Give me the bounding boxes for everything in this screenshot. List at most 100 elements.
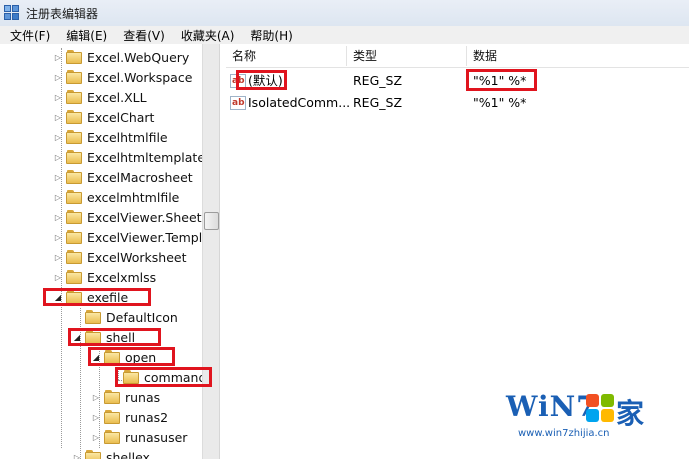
tree-node[interactable]: ▷ excelmhtmlfile — [52, 187, 179, 207]
folder-icon — [66, 70, 83, 84]
tree-node-label: Excelxmlss — [87, 269, 157, 285]
tree-node-label: runasuser — [125, 429, 188, 445]
expand-arrow-icon[interactable]: ▷ — [52, 87, 64, 107]
scrollbar-thumb[interactable] — [204, 212, 219, 230]
tree-node-label: Excel.WebQuery — [87, 49, 190, 65]
tree-scrollbar[interactable] — [202, 44, 219, 459]
highlight-exefile — [43, 288, 151, 306]
expand-arrow-icon[interactable]: ▷ — [52, 67, 64, 87]
folder-icon — [66, 90, 83, 104]
expand-arrow-icon[interactable]: ▷ — [71, 447, 83, 459]
registry-tree: ▷ Excel.WebQuery ▷ Excel.Workspace ▷ Exc… — [0, 44, 220, 459]
folder-icon — [66, 270, 83, 284]
tree-node[interactable]: ▷ ExcelChart — [52, 107, 155, 127]
expand-arrow-icon[interactable]: ▷ — [52, 147, 64, 167]
folder-icon — [66, 190, 83, 204]
column-header-name[interactable]: 名称 — [226, 44, 256, 68]
menu-bar: 文件(F) 编辑(E) 查看(V) 收藏夹(A) 帮助(H) — [0, 26, 689, 44]
expand-arrow-icon[interactable]: ▷ — [52, 207, 64, 227]
watermark-logo: WiN7 家 www.win7zhijia.cn — [500, 388, 670, 448]
expand-arrow-icon[interactable]: ▷ — [90, 427, 102, 447]
expand-arrow-icon[interactable]: ▷ — [52, 127, 64, 147]
watermark-brand: WiN7 — [506, 390, 597, 423]
highlight-command — [115, 367, 212, 387]
menu-help[interactable]: 帮助(H) — [240, 27, 298, 44]
tree-node[interactable]: ▷ ExcelViewer.Templa — [52, 227, 210, 247]
table-row[interactable]: ab IsolatedComm... REG_SZ "%1" %* — [226, 92, 689, 114]
folder-icon — [104, 430, 121, 444]
tree-node-label: ExcelViewer.Templa — [87, 229, 210, 245]
menu-file[interactable]: 文件(F) — [0, 27, 56, 44]
expand-arrow-icon[interactable]: ▷ — [52, 267, 64, 287]
menu-view[interactable]: 查看(V) — [113, 27, 171, 44]
tree-node-label: excelmhtmlfile — [87, 189, 180, 205]
folder-icon — [66, 150, 83, 164]
tree-node-label: ExcelMacrosheet — [87, 169, 193, 185]
tree-node[interactable]: ▷ ExcelWorksheet — [52, 247, 187, 267]
tree-node[interactable]: ▷ runas2 — [90, 407, 168, 427]
column-header-type[interactable]: 类型 — [347, 44, 377, 68]
watermark-url: www.win7zhijia.cn — [518, 428, 610, 439]
tree-node-label: Excelhtmlfile — [87, 129, 168, 145]
tree-node-label: Excelhtmltemplate — [87, 149, 206, 165]
highlight-default-name — [236, 70, 287, 90]
string-value-icon: ab — [230, 96, 246, 110]
watermark-char: 家 — [616, 397, 645, 430]
tree-node[interactable]: ▷ runasuser — [90, 427, 188, 447]
folder-icon — [66, 110, 83, 124]
tree-node[interactable]: ▷ Excel.XLL — [52, 87, 147, 107]
value-type: REG_SZ — [353, 73, 403, 88]
tree-node-label: runas — [125, 389, 161, 405]
tree-node[interactable]: ▷ shellex — [71, 447, 150, 459]
value-type: REG_SZ — [353, 95, 403, 110]
window-title: 注册表编辑器 — [26, 6, 99, 21]
folder-icon — [66, 170, 83, 184]
tree-node-label: ExcelChart — [87, 109, 155, 125]
folder-icon — [104, 390, 121, 404]
tree-node[interactable]: ▷ Excelhtmltemplate — [52, 147, 205, 167]
expand-arrow-icon[interactable]: ▷ — [52, 107, 64, 127]
tree-node[interactable]: ▷ Excelxmlss — [52, 267, 156, 287]
title-bar: 注册表编辑器 — [0, 0, 689, 26]
tree-node-label: DefaultIcon — [106, 309, 178, 325]
tree-node-label: shellex — [106, 449, 150, 459]
tree-node-label: Excel.XLL — [87, 89, 147, 105]
expand-arrow-icon[interactable]: ▷ — [52, 167, 64, 187]
folder-icon — [104, 410, 121, 424]
tree-node[interactable]: ▷ Excel.Workspace — [52, 67, 193, 87]
menu-edit[interactable]: 编辑(E) — [56, 27, 113, 44]
highlight-default-data — [466, 69, 537, 91]
tree-node-label: ExcelViewer.Sheet.8 — [87, 209, 214, 225]
tree-node[interactable]: ▷ Excel.WebQuery — [52, 47, 189, 67]
tree-node[interactable]: ▷ runas — [90, 387, 160, 407]
expand-arrow-icon[interactable]: ▷ — [90, 387, 102, 407]
expand-arrow-icon[interactable]: ▷ — [52, 47, 64, 67]
value-name: IsolatedComm... — [248, 95, 351, 110]
menu-favorites[interactable]: 收藏夹(A) — [171, 27, 241, 44]
folder-icon — [85, 310, 102, 324]
table-row[interactable]: ab (默认) REG_SZ "%1" %* — [226, 70, 689, 92]
folder-icon — [66, 250, 83, 264]
list-header: 名称 类型 数据 — [226, 44, 689, 68]
tree-node[interactable]: ▷ Excelhtmlfile — [52, 127, 168, 147]
tree-node-label: runas2 — [125, 409, 169, 425]
highlight-open — [88, 347, 175, 366]
folder-icon — [66, 230, 83, 244]
expand-arrow-icon[interactable]: ▷ — [90, 407, 102, 427]
folder-icon — [85, 450, 102, 459]
expand-arrow-icon[interactable]: ▷ — [52, 227, 64, 247]
tree-node[interactable]: DefaultIcon — [71, 307, 178, 327]
tree-node-label: ExcelWorksheet — [87, 249, 187, 265]
folder-icon — [66, 130, 83, 144]
folder-icon — [66, 50, 83, 64]
windows-flag-icon — [586, 394, 616, 424]
expand-arrow-icon[interactable]: ▷ — [52, 247, 64, 267]
tree-node[interactable]: ▷ ExcelViewer.Sheet.8 — [52, 207, 214, 227]
value-data: "%1" %* — [473, 95, 527, 110]
highlight-shell — [68, 328, 161, 346]
expand-arrow-icon[interactable]: ▷ — [52, 187, 64, 207]
column-header-data[interactable]: 数据 — [467, 44, 497, 68]
tree-node[interactable]: ▷ ExcelMacrosheet — [52, 167, 193, 187]
tree-node-label: Excel.Workspace — [87, 69, 193, 85]
